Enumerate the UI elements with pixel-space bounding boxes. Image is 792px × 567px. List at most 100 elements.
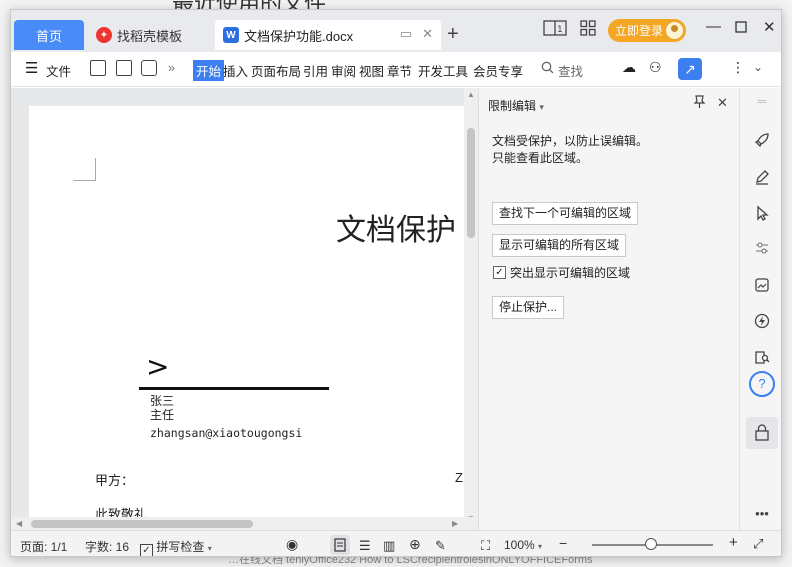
share-button[interactable]: ↗ xyxy=(678,58,702,80)
more-horizontal-icon[interactable]: ••• xyxy=(740,506,781,521)
search-icon[interactable] xyxy=(541,61,554,75)
avatar xyxy=(665,21,684,40)
party-a-label: 甲方： xyxy=(95,473,135,488)
eye-icon[interactable]: ◉ xyxy=(286,536,298,553)
tab-review[interactable]: 审阅 xyxy=(331,61,356,80)
pin-icon[interactable] xyxy=(693,95,706,112)
tab-devtools[interactable]: 开发工具 xyxy=(418,61,468,80)
fit-page-icon[interactable]: ⛶ xyxy=(481,538,490,554)
signature-email: zhangsan@xiaotougongsi xyxy=(150,426,303,440)
restrict-editing-panel: 限制编辑 ▾ ✕ 文档受保护，以防止误编辑。 只能查看此区域。 查找下一个可编辑… xyxy=(478,88,739,530)
zoom-level[interactable]: 100% ▾ xyxy=(504,538,542,552)
page-indicator[interactable]: 页面: 1/1 xyxy=(20,538,67,555)
outline-view-icon[interactable]: ☰ xyxy=(359,538,371,554)
rocket-icon[interactable] xyxy=(740,132,781,152)
checkbox-checked-icon: ✓ xyxy=(493,266,506,279)
party-b-partial: Z xyxy=(455,470,463,485)
save-icon[interactable] xyxy=(90,60,106,76)
spellcheck-label: 拼写检查 xyxy=(156,540,205,554)
web-view-icon[interactable]: ⊕ xyxy=(409,536,421,553)
pen-icon[interactable] xyxy=(740,169,781,189)
zoom-value: 100% xyxy=(504,538,535,552)
panel-title-label: 限制编辑 xyxy=(488,99,537,113)
spellcheck-toggle[interactable]: ✓ 拼写检查 ▾ xyxy=(140,538,212,556)
tab-insert[interactable]: 插入 xyxy=(223,61,248,80)
write-mode-icon[interactable]: ✎ xyxy=(435,538,446,554)
tab-template[interactable]: ✦ 找稻壳模板 xyxy=(88,20,212,50)
highlight-editable-label: 突出显示可编辑的区域 xyxy=(510,266,631,280)
lock-button[interactable] xyxy=(746,417,778,449)
highlight-editable-checkbox[interactable]: ✓ 突出显示可编辑的区域 xyxy=(493,264,630,281)
document-page[interactable]: 文档保护 > 张三 主任 zhangsan@xiaotougongsi 甲方： … xyxy=(29,106,469,536)
vertical-scrollbar[interactable]: ▲ ▼ xyxy=(464,88,478,528)
word-doc-icon: W xyxy=(223,27,239,43)
zoom-slider-knob[interactable] xyxy=(645,538,657,550)
tab-start[interactable]: 开始 xyxy=(193,60,225,81)
zoom-out-icon[interactable]: − xyxy=(559,535,567,551)
sliders-icon[interactable] xyxy=(740,240,781,260)
word-count[interactable]: 字数: 16 xyxy=(85,538,129,555)
search-label[interactable]: 查找 xyxy=(558,61,583,80)
tab-window-icon[interactable]: ▭ xyxy=(400,26,412,42)
tab-references[interactable]: 引用 xyxy=(303,61,328,80)
tab-document[interactable]: W 文档保护功能.docx ▭ ✕ xyxy=(215,20,441,50)
maximize-icon[interactable] xyxy=(735,20,747,37)
wps-window: 首页 ✦ 找稻壳模板 W 文档保护功能.docx ▭ ✕ + 1 立即登录 — xyxy=(10,9,782,557)
login-label: 立即登录 xyxy=(615,24,664,38)
image-edit-icon[interactable] xyxy=(740,277,781,297)
page-view-icon[interactable] xyxy=(330,535,350,555)
marker-glyph: > xyxy=(146,350,170,383)
panel-dropdown-icon: ▾ xyxy=(539,102,544,112)
scroll-right-icon[interactable]: ▶ xyxy=(452,519,458,528)
menu-icon[interactable]: ☰ xyxy=(25,59,38,77)
close-icon[interactable]: ✕ xyxy=(763,18,776,36)
panel-title[interactable]: 限制编辑 ▾ xyxy=(488,97,544,114)
scroll-up-icon[interactable]: ▲ xyxy=(467,90,475,99)
tab-home[interactable]: 首页 xyxy=(14,20,84,50)
horizontal-scrollbar[interactable]: ◀ ▶ xyxy=(11,517,478,530)
tab-view[interactable]: 视图 xyxy=(359,61,384,80)
layout-toggle-icon[interactable]: 1 xyxy=(543,20,567,36)
svg-text:1: 1 xyxy=(557,25,563,35)
find-next-editable-button[interactable]: 查找下一个可编辑的区域 xyxy=(492,202,639,225)
tab-close-icon[interactable]: ✕ xyxy=(422,26,433,42)
show-all-editable-button[interactable]: 显示可编辑的所有区域 xyxy=(492,234,627,257)
zoom-dropdown-icon: ▾ xyxy=(538,542,543,551)
title-bar: 首页 ✦ 找稻壳模板 W 文档保护功能.docx ▭ ✕ + 1 立即登录 — xyxy=(11,10,781,52)
new-tab-button[interactable]: + xyxy=(447,24,459,44)
fullscreen-icon[interactable]: ⤢ xyxy=(753,536,763,552)
menu-file[interactable]: 文件 xyxy=(46,61,71,80)
tab-document-label: 文档保护功能.docx xyxy=(244,28,354,44)
login-button[interactable]: 立即登录 xyxy=(608,19,686,42)
apps-grid-icon[interactable] xyxy=(580,20,596,36)
tab-member[interactable]: 会员专享 xyxy=(473,61,523,80)
minimize-icon[interactable]: — xyxy=(706,18,721,35)
book-search-icon[interactable] xyxy=(740,349,781,369)
more-chevron-icon[interactable]: » xyxy=(168,61,175,75)
vertical-scroll-thumb[interactable] xyxy=(467,128,475,238)
spellcheck-dropdown-icon: ▾ xyxy=(207,544,212,553)
cloud-icon[interactable]: ☁ xyxy=(622,59,636,76)
collapse-chevron-icon[interactable]: ⌄ xyxy=(753,60,763,74)
right-sidebar: ═ ? ••• xyxy=(739,88,781,530)
zoom-in-icon[interactable]: + xyxy=(729,534,738,551)
help-icon[interactable]: ? xyxy=(749,371,775,397)
document-title: 文档保护 xyxy=(336,213,456,248)
tab-layout[interactable]: 页面布局 xyxy=(251,61,301,80)
margin-corner-mark xyxy=(73,158,96,181)
print-icon[interactable] xyxy=(141,60,157,76)
user-add-icon[interactable]: ⚇ xyxy=(649,59,662,76)
more-vertical-icon[interactable]: ⋮ xyxy=(731,59,745,76)
status-bar: 页面: 1/1 字数: 16 ✓ 拼写检查 ▾ ◉ ☰ ▥ ⊕ ✎ ⛶ 100%… xyxy=(11,530,781,556)
panel-close-icon[interactable]: ✕ xyxy=(717,95,728,111)
cursor-icon[interactable] xyxy=(740,205,781,225)
bolt-icon[interactable] xyxy=(740,313,781,333)
protect-info-line2: 只能查看此区域。 xyxy=(492,151,589,165)
export-icon[interactable] xyxy=(116,60,132,76)
scroll-left-icon[interactable]: ◀ xyxy=(16,519,22,528)
tab-section[interactable]: 章节 xyxy=(387,61,412,80)
stop-protection-button[interactable]: 停止保护... xyxy=(492,296,565,319)
read-view-icon[interactable]: ▥ xyxy=(383,538,395,554)
horizontal-scroll-thumb[interactable] xyxy=(31,520,253,528)
signature-name: 张三 xyxy=(150,394,175,408)
